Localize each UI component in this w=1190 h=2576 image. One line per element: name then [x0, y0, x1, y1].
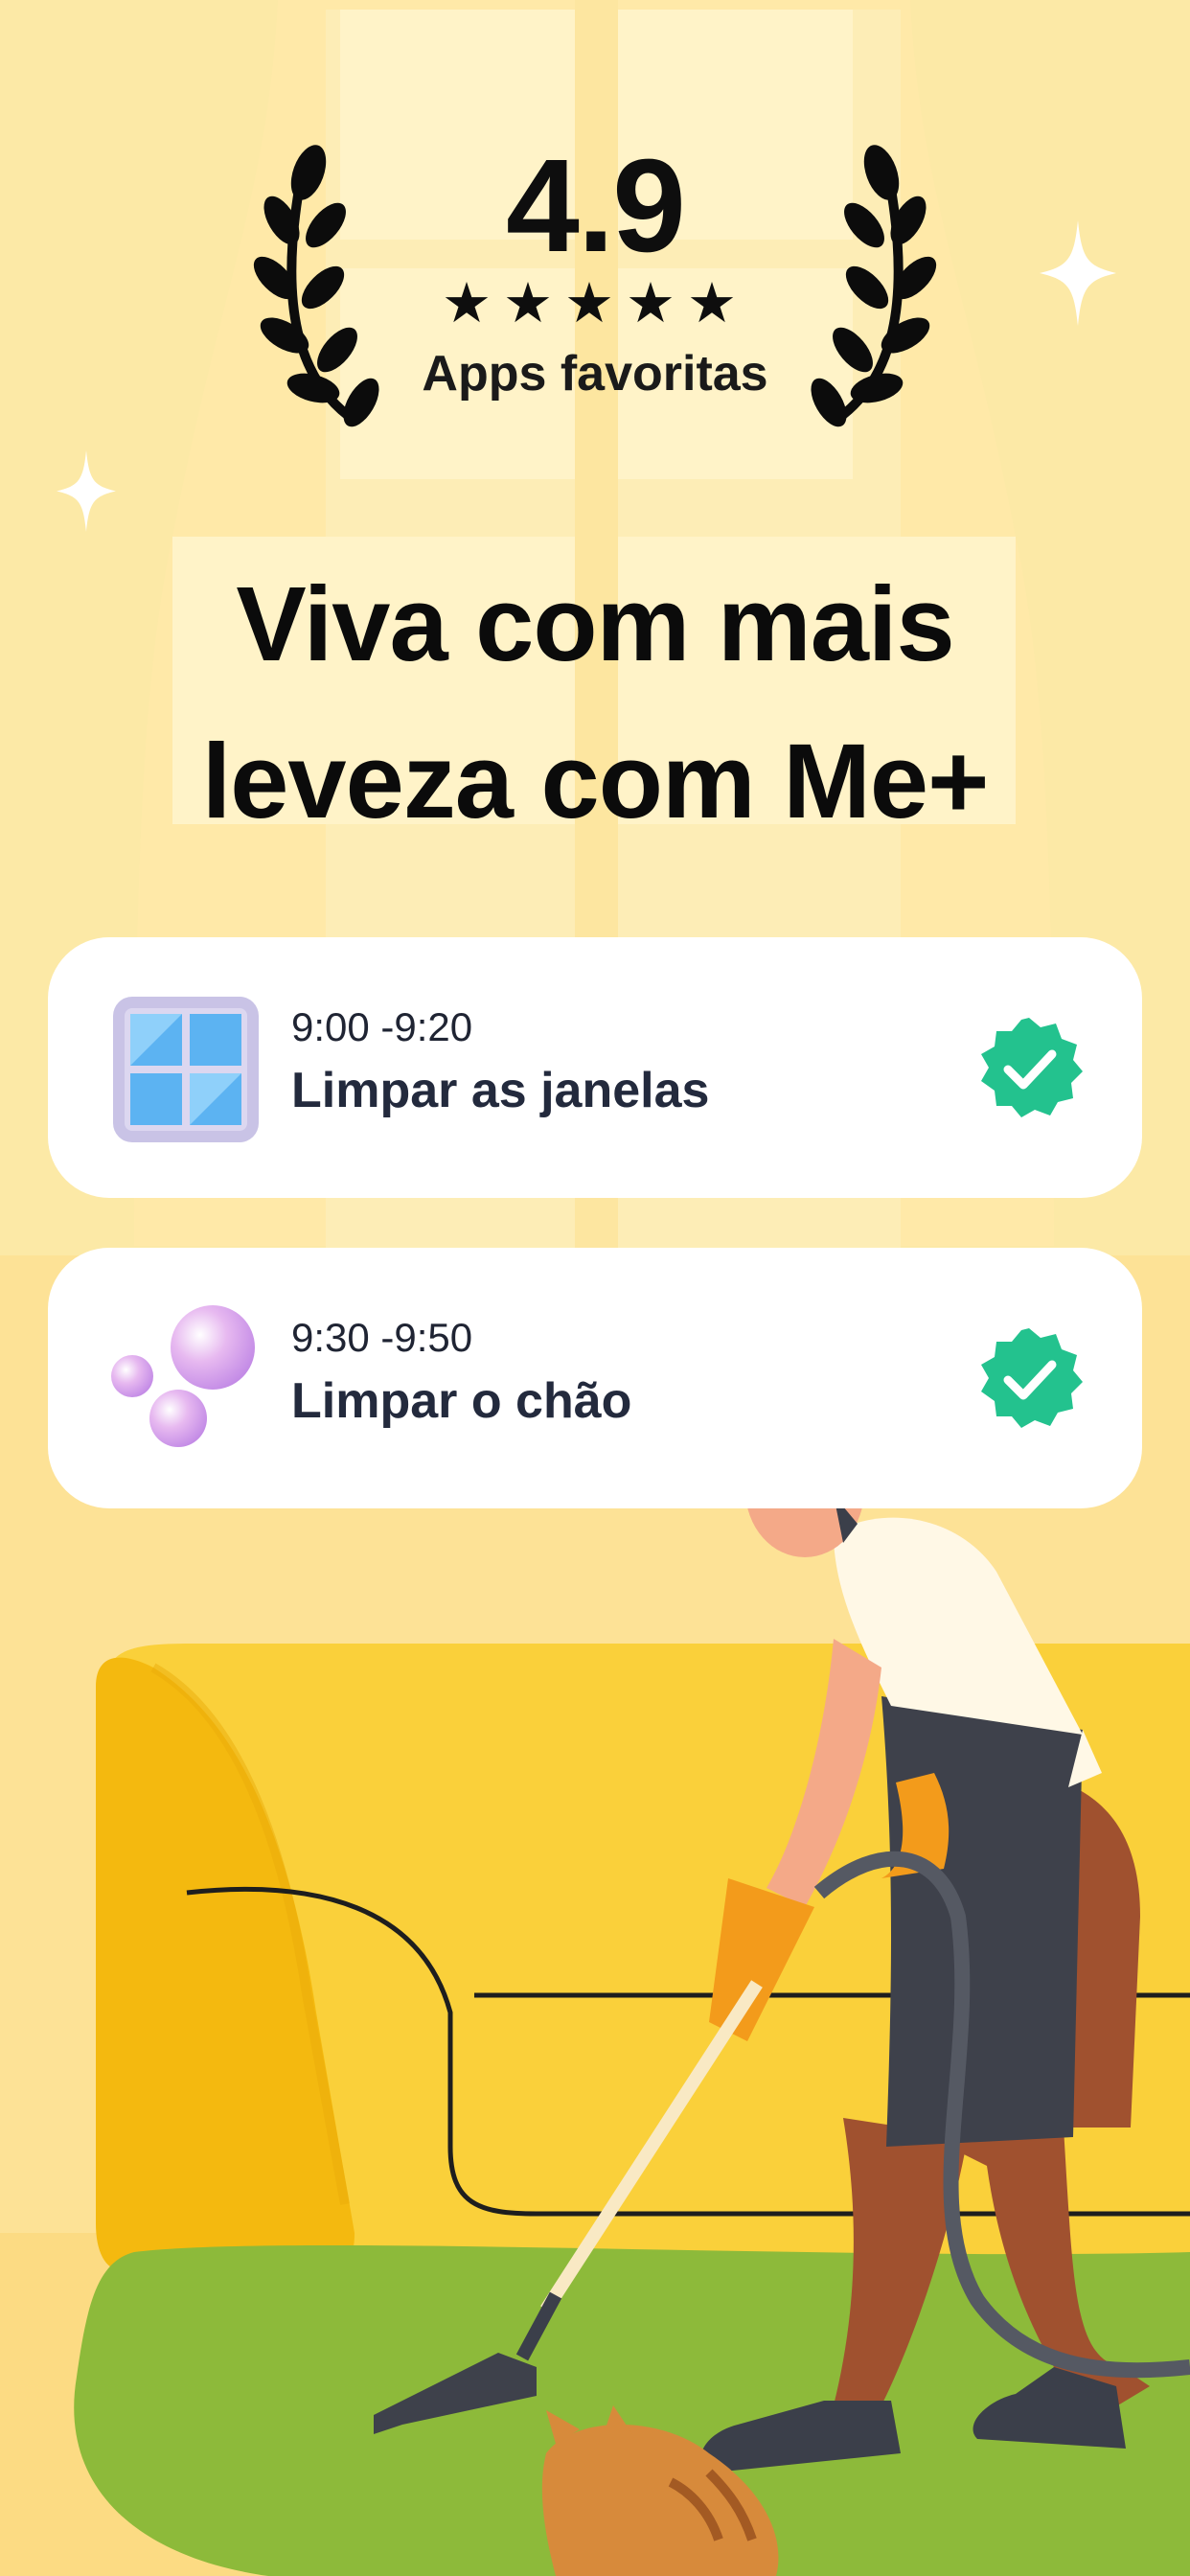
task-time: 9:30 -9:50 — [291, 1315, 473, 1360]
check-badge-icon[interactable] — [975, 1324, 1083, 1432]
check-badge-icon[interactable] — [975, 1014, 1083, 1121]
task-time: 9:00 -9:20 — [291, 1004, 473, 1049]
headline-line-1: Viva com mais — [236, 565, 954, 683]
sparkle-icon — [57, 450, 116, 532]
headline-line-2: leveza com Me+ — [201, 723, 990, 840]
bubbles-icon — [111, 1305, 255, 1447]
headline: Viva com mais leveza com Me+ — [57, 546, 1133, 861]
task-card[interactable]: 9:00 -9:20 Limpar as janelas — [48, 937, 1142, 1198]
task-title: Limpar o chão — [291, 1373, 632, 1429]
rating-score: 4.9 — [506, 132, 686, 280]
task-title: Limpar as janelas — [291, 1063, 710, 1118]
rating-stars: ★★★★★ — [442, 272, 748, 334]
window-icon — [113, 997, 259, 1142]
task-card[interactable]: 9:30 -9:50 Limpar o chão — [48, 1248, 1142, 1508]
rating-label: Apps favoritas — [422, 346, 768, 402]
